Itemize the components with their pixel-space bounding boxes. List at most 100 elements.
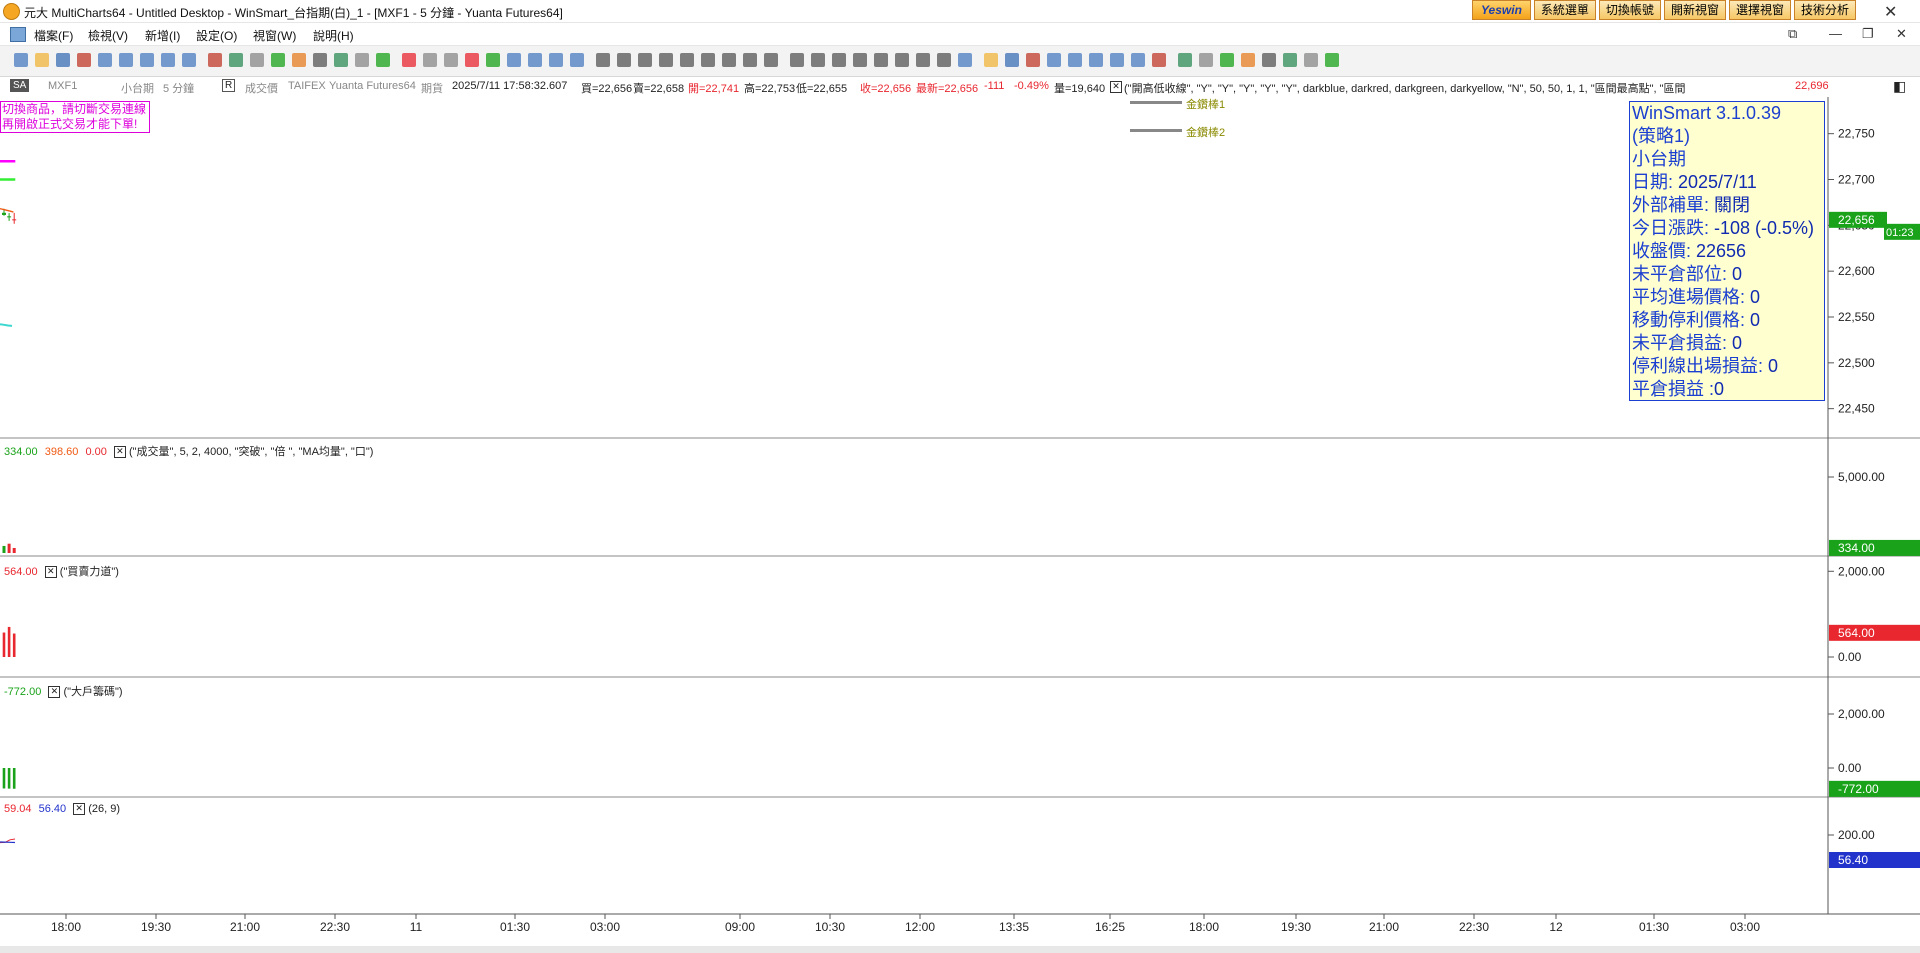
cyan-line: [0, 323, 13, 327]
toolbar-tool-icon[interactable]: [355, 53, 369, 67]
toolbar-tool-icon[interactable]: [528, 53, 542, 67]
legend-swatch-1: [1130, 101, 1182, 104]
yeswin-button[interactable]: Yeswin: [1472, 0, 1531, 20]
menu-insert[interactable]: 新增(I): [145, 27, 180, 44]
low-price: 低=22,655: [796, 83, 848, 95]
toolbar-tool-icon[interactable]: [916, 53, 930, 67]
close-volume-icon[interactable]: ✕: [113, 446, 126, 459]
toolbar-tool-icon[interactable]: [98, 53, 112, 67]
close-icon[interactable]: ✕: [1896, 26, 1907, 42]
toolbar-tool-icon[interactable]: [722, 53, 736, 67]
toolbar-tool-icon[interactable]: [764, 53, 778, 67]
toolbar-tool-icon[interactable]: [423, 53, 437, 67]
close-indicator-icon[interactable]: ✕: [1110, 81, 1122, 93]
chip-y-tick-label: 2,000.00: [1838, 707, 1885, 721]
toolbar-tool-icon[interactable]: [1131, 53, 1145, 67]
toolbar-tool-icon[interactable]: [444, 53, 458, 67]
toolbar-tool-icon[interactable]: [790, 53, 804, 67]
toolbar-tool-icon[interactable]: [292, 53, 306, 67]
toolbar-tool-icon[interactable]: [1241, 53, 1255, 67]
toolbar-tool-icon[interactable]: [229, 53, 243, 67]
toolbar-tool-icon[interactable]: [984, 53, 998, 67]
toolbar-tool-icon[interactable]: [271, 53, 285, 67]
toolbar-tool-icon[interactable]: [937, 53, 951, 67]
toolbar-tool-icon[interactable]: [1325, 53, 1339, 67]
panel-toggle-icon[interactable]: ◧: [1893, 78, 1906, 95]
document-icon[interactable]: [10, 27, 26, 42]
toolbar-tool-icon[interactable]: [701, 53, 715, 67]
sa-badge[interactable]: SA: [10, 79, 30, 92]
price-type: 成交價: [245, 83, 278, 95]
toolbar-tool-icon[interactable]: [1262, 53, 1276, 67]
chip-last-tag-label: -772.00: [1838, 782, 1879, 796]
toolbar-tool-icon[interactable]: [549, 53, 563, 67]
menu-view[interactable]: 檢視(V): [88, 27, 128, 44]
toolbar-tool-icon[interactable]: [486, 53, 500, 67]
toolbar-tool-icon[interactable]: [659, 53, 673, 67]
toolbar-tool-icon[interactable]: [1304, 53, 1318, 67]
toolbar-tool-icon[interactable]: [874, 53, 888, 67]
toolbar-tool-icon[interactable]: [507, 53, 521, 67]
switch-account-button[interactable]: 切換帳號: [1598, 0, 1661, 20]
toolbar-tool-icon[interactable]: [313, 53, 327, 67]
toolbar-tool-icon[interactable]: [1005, 53, 1019, 67]
toolbar-tool-icon[interactable]: [638, 53, 652, 67]
toolbar-tool-icon[interactable]: [1178, 53, 1192, 67]
toolbar-tool-icon[interactable]: [77, 53, 91, 67]
toolbar-tool-icon[interactable]: [35, 53, 49, 67]
toolbar-tool-icon[interactable]: [402, 53, 416, 67]
toolbar-tool-icon[interactable]: [853, 53, 867, 67]
restore-icon[interactable]: ⧉: [1788, 26, 1797, 42]
toolbar-tool-icon[interactable]: [250, 53, 264, 67]
toolbar-tool-icon[interactable]: [376, 53, 390, 67]
toolbar-tool-icon[interactable]: [570, 53, 584, 67]
toolbar-tool-icon[interactable]: [1089, 53, 1103, 67]
toolbar-tool-icon[interactable]: [811, 53, 825, 67]
toolbar-tool-icon[interactable]: [334, 53, 348, 67]
toolbar-tool-icon[interactable]: [617, 53, 631, 67]
toolbar-tool-icon[interactable]: [1047, 53, 1061, 67]
toolbar-tool-icon[interactable]: [56, 53, 70, 67]
toolbar-tool-icon[interactable]: [1220, 53, 1234, 67]
system-menu-button[interactable]: 系統選單: [1533, 0, 1596, 20]
toolbar-tool-icon[interactable]: [1283, 53, 1297, 67]
toolbar-tool-icon[interactable]: [596, 53, 610, 67]
menu-window[interactable]: 視窗(W): [253, 27, 296, 44]
toolbar-tool-icon[interactable]: [1199, 53, 1213, 67]
menu-file[interactable]: 檔案(F): [34, 27, 73, 44]
toolbar-tool-icon[interactable]: [119, 53, 133, 67]
toolbar-tool-icon[interactable]: [1110, 53, 1124, 67]
power-bar: [7, 626, 11, 657]
toolbar-tool-icon[interactable]: [182, 53, 196, 67]
menu-settings[interactable]: 設定(O): [196, 27, 237, 44]
r-badge[interactable]: R: [222, 79, 236, 92]
toolbar-tool-icon[interactable]: [680, 53, 694, 67]
window-close-icon[interactable]: ✕: [1884, 2, 1897, 22]
toolbar-tool-icon[interactable]: [140, 53, 154, 67]
technical-analysis-button[interactable]: 技術分析: [1793, 0, 1856, 20]
strategy-row-label: 停利線出場損益:: [1632, 356, 1769, 376]
maximize-icon[interactable]: ❐: [1862, 26, 1874, 42]
close-osc-icon[interactable]: ✕: [73, 803, 86, 816]
toolbar-tool-icon[interactable]: [208, 53, 222, 67]
toolbar-tool-icon[interactable]: [1068, 53, 1082, 67]
minimize-icon[interactable]: —: [1829, 26, 1842, 41]
toolbar-tool-icon[interactable]: [161, 53, 175, 67]
toolbar-tool-icon[interactable]: [895, 53, 909, 67]
strategy-row-value: 0: [1750, 287, 1761, 307]
new-window-button[interactable]: 開新視窗: [1663, 0, 1726, 20]
toolbar-tool-icon[interactable]: [465, 53, 479, 67]
close-chip-icon[interactable]: ✕: [48, 686, 61, 699]
chip-bar: [12, 768, 16, 789]
last-price-tag-label: 22,656: [1838, 213, 1875, 227]
toolbar-tool-icon[interactable]: [14, 53, 28, 67]
menu-help[interactable]: 說明(H): [313, 27, 354, 44]
osc-blue-line: [0, 841, 16, 844]
select-window-button[interactable]: 選擇視窗: [1728, 0, 1791, 20]
toolbar-tool-icon[interactable]: [1026, 53, 1040, 67]
toolbar-tool-icon[interactable]: [832, 53, 846, 67]
toolbar-tool-icon[interactable]: [1152, 53, 1166, 67]
close-power-icon[interactable]: ✕: [44, 566, 57, 579]
toolbar-tool-icon[interactable]: [743, 53, 757, 67]
toolbar-tool-icon[interactable]: [958, 53, 972, 67]
